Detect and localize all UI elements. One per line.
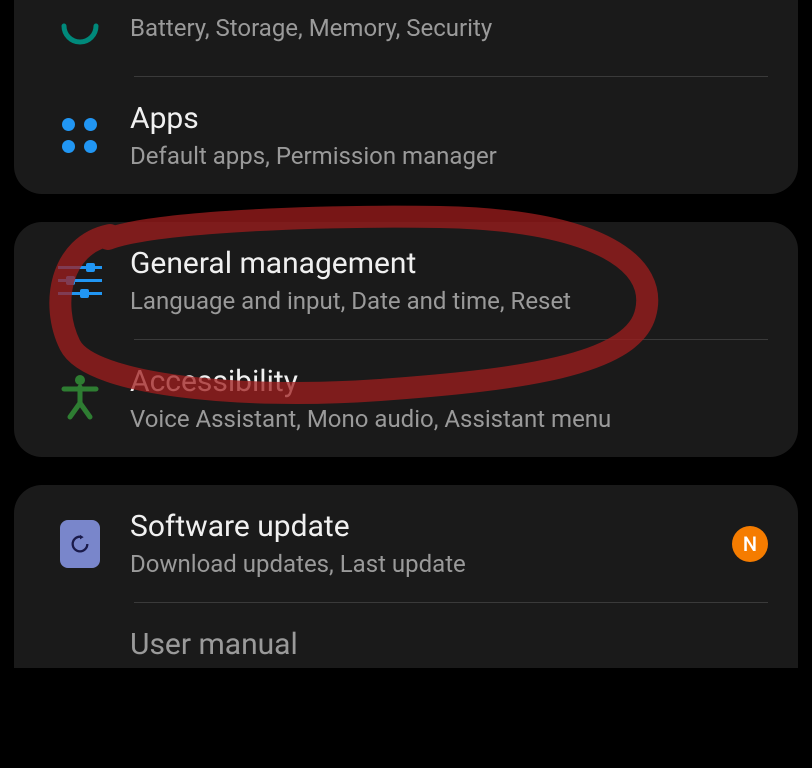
item-text: Accessibility Voice Assistant, Mono audi… — [130, 364, 768, 433]
settings-item-device-care[interactable]: Battery, Storage, Memory, Security — [14, 0, 798, 76]
item-text: General management Language and input, D… — [130, 246, 768, 315]
apps-icon — [30, 118, 130, 154]
item-title: Software update — [130, 509, 720, 544]
item-subtitle: Voice Assistant, Mono audio, Assistant m… — [130, 405, 768, 433]
item-subtitle: Default apps, Permission manager — [130, 142, 768, 170]
item-text: User manual — [130, 627, 768, 668]
item-title: General management — [130, 246, 768, 281]
item-subtitle: Download updates, Last update — [130, 550, 720, 578]
item-text: Apps Default apps, Permission manager — [130, 101, 768, 170]
item-subtitle: Language and input, Date and time, Reset — [130, 287, 768, 315]
settings-item-software-update[interactable]: Software update Download updates, Last u… — [14, 485, 798, 602]
settings-item-accessibility[interactable]: Accessibility Voice Assistant, Mono audi… — [14, 340, 798, 457]
item-text: Battery, Storage, Memory, Security — [130, 14, 768, 42]
notification-badge: N — [732, 526, 768, 562]
settings-item-apps[interactable]: Apps Default apps, Permission manager — [14, 77, 798, 194]
item-subtitle: Battery, Storage, Memory, Security — [130, 14, 768, 42]
item-text: Software update Download updates, Last u… — [130, 509, 720, 578]
update-icon — [30, 520, 130, 568]
device-care-icon — [30, 4, 130, 52]
item-title: Accessibility — [130, 364, 768, 399]
item-title: User manual — [130, 627, 768, 662]
item-title: Apps — [130, 101, 768, 136]
sliders-icon — [30, 264, 130, 298]
settings-item-user-manual[interactable]: User manual — [14, 603, 798, 668]
settings-item-general-management[interactable]: General management Language and input, D… — [14, 222, 798, 339]
accessibility-icon — [30, 373, 130, 425]
